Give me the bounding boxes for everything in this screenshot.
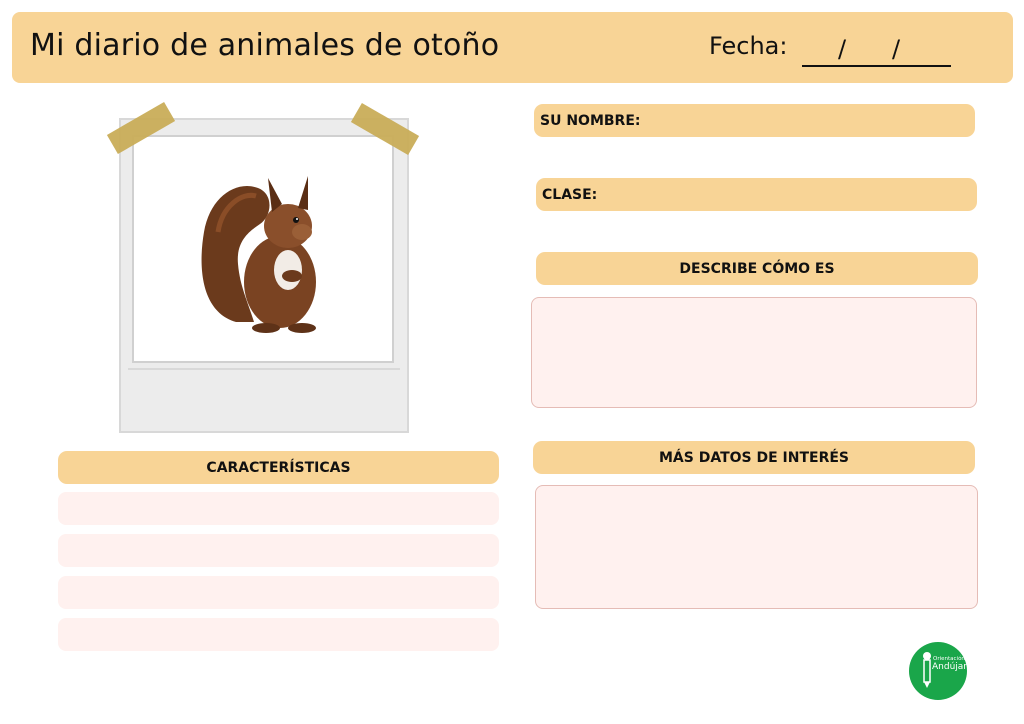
class-field[interactable]: CLASE:	[536, 178, 977, 211]
describe-header: DESCRIBE CÓMO ES	[536, 252, 978, 285]
page-title: Mi diario de animales de otoño	[30, 28, 500, 63]
orientacion-andujar-logo: Orientación Andújar	[909, 642, 967, 700]
characteristic-line[interactable]	[58, 618, 499, 651]
characteristic-line[interactable]	[58, 576, 499, 609]
name-label: SU NOMBRE:	[540, 112, 641, 129]
logo-text-line2: Andújar	[932, 662, 967, 672]
more-data-header: MÁS DATOS DE INTERÉS	[533, 441, 975, 474]
more-data-textbox[interactable]	[535, 485, 978, 609]
date-separator: /	[838, 35, 847, 63]
name-field[interactable]: SU NOMBRE:	[534, 104, 975, 137]
date-label: Fecha:	[709, 32, 788, 60]
characteristic-line[interactable]	[58, 492, 499, 525]
characteristics-header: CARACTERÍSTICAS	[58, 451, 499, 484]
characteristics-label: CARACTERÍSTICAS	[206, 459, 351, 476]
polaroid-caption-line	[128, 368, 400, 370]
more-data-label: MÁS DATOS DE INTERÉS	[658, 449, 850, 466]
date-line[interactable]	[802, 65, 951, 67]
describe-label: DESCRIBE CÓMO ES	[679, 260, 835, 277]
logo-text-line1: Orientación	[933, 655, 965, 662]
date-separator: /	[892, 35, 901, 63]
squirrel-icon	[201, 176, 316, 333]
describe-textbox[interactable]	[531, 297, 977, 408]
class-label: CLASE:	[542, 186, 598, 203]
characteristic-line[interactable]	[58, 534, 499, 567]
